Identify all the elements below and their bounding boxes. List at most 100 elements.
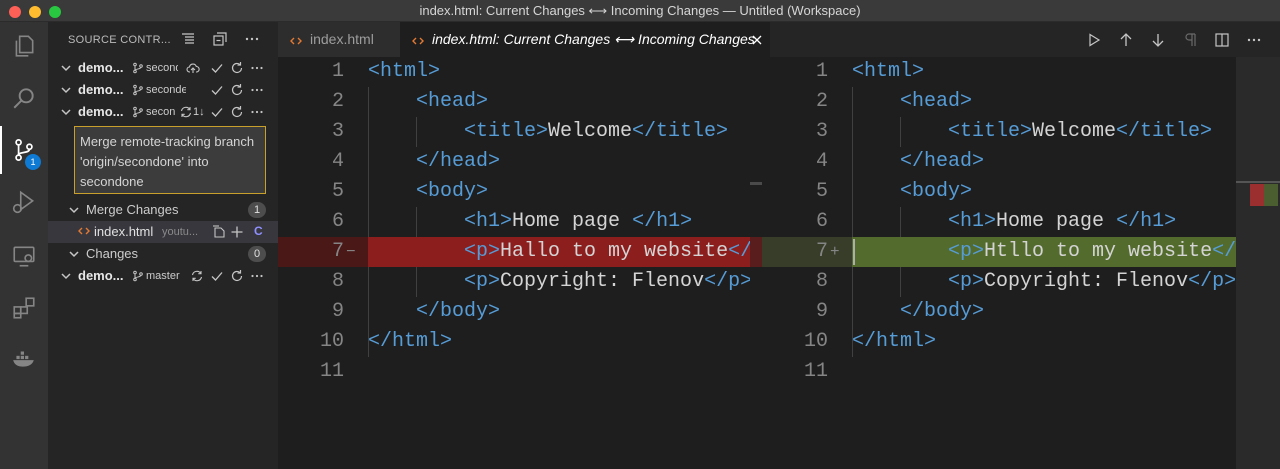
repo-name: demo... [78,82,124,97]
tab-merge-diff[interactable]: index.html: Current Changes ⟷ Incoming C… [400,22,770,57]
tab-index-html[interactable]: index.html [278,22,400,57]
commit-message-input[interactable]: Merge remote-tracking branch 'origin/sec… [74,126,266,194]
more-icon[interactable] [1246,32,1262,48]
tag-close: </title> [1116,120,1213,143]
changes-group[interactable]: Changes 0 [48,243,278,265]
chevron-down-icon[interactable] [60,270,72,282]
code-text: <title>Welcome</title> [852,117,1212,147]
sync-icon[interactable] [179,105,193,119]
refresh-icon[interactable] [230,269,244,283]
tag-close: </p> [728,240,750,263]
chevron-down-icon[interactable] [68,248,80,260]
code-line: 11 [762,357,1236,387]
incoming-changes-pane[interactable]: 1 <html> 2 <head> 3 <title>Welcome</title> 4… [762,57,1236,469]
line-number: 5 [815,180,828,203]
cloud-upload-icon[interactable] [186,61,200,75]
branch-name[interactable]: seconde [146,84,186,96]
branch-icon [132,270,144,282]
code-line: 10 </html> [278,327,750,357]
commit-check-icon[interactable] [210,269,224,283]
line-number: 11 [803,360,828,383]
more-icon[interactable] [250,105,264,119]
more-actions-icon[interactable] [244,31,260,47]
sync-icon[interactable] [190,269,204,283]
line-number: 2 [331,90,344,113]
tag-open: </body> [900,300,985,323]
tag-close: </h1> [632,210,693,233]
changes-count: 0 [248,246,266,262]
repo-row[interactable]: demo... master [48,265,278,287]
line-number: 1 [815,60,828,83]
line-number: 1 [331,60,344,83]
tag-open: <html> [852,60,925,83]
code-line: 6 <h1>Home page </h1> [278,207,750,237]
merge-changes-label: Merge Changes [86,202,179,217]
tag-open: <title> [464,120,549,143]
open-file-icon[interactable] [212,225,226,239]
search-icon[interactable] [0,74,48,122]
code-line: 3 <title>Welcome</title> [278,117,750,147]
branch-name[interactable]: seconde [146,62,178,74]
repo-row[interactable]: demo... seconde [48,57,278,79]
stage-changes-icon[interactable] [230,225,244,239]
tag-open: <p> [948,270,985,293]
text-content: Copyright: Flenov [984,270,1189,293]
tag-open: <p> [948,240,985,263]
run-debug-icon[interactable] [0,178,48,226]
close-icon[interactable] [750,33,764,47]
code-line: 4 </head> [762,147,1236,177]
overview-ruler[interactable] [1236,57,1280,469]
line-number: 7 [331,240,344,263]
deleted-marker: − [346,243,356,261]
repo-row[interactable]: demo... secon 1↓ [48,101,278,123]
arrow-down-icon[interactable] [1150,32,1166,48]
split-editor-icon[interactable] [1214,32,1230,48]
code-line: 5 <body> [762,177,1236,207]
commit-check-icon[interactable] [210,61,224,75]
commit-check-icon[interactable] [210,105,224,119]
merge-file-row[interactable]: index.html youtu... C [48,221,278,243]
chevron-down-icon[interactable] [60,106,72,118]
arrow-up-icon[interactable] [1118,32,1134,48]
more-icon[interactable] [250,61,264,75]
source-control-icon[interactable]: 1 [0,126,48,174]
extensions-icon[interactable] [0,284,48,332]
html-file-icon [412,34,424,46]
chevron-down-icon[interactable] [60,84,72,96]
line-number: 9 [815,300,828,323]
docker-icon[interactable] [0,334,48,382]
chevron-down-icon[interactable] [60,62,72,74]
code-line: 8 <p>Copyright: Flenov</p> [278,267,750,297]
code-text: <html> [852,57,924,87]
view-as-list-icon[interactable] [180,31,196,47]
remote-explorer-icon[interactable] [0,232,48,280]
code-text: <html> [368,57,440,87]
code-line: 9 </body> [278,297,750,327]
diff-splitter[interactable] [750,57,762,469]
repo-name: demo... [78,104,124,119]
refresh-icon[interactable] [230,61,244,75]
refresh-icon[interactable] [230,83,244,97]
line-number: 3 [815,120,828,143]
pilcrow-icon[interactable] [1182,32,1198,48]
more-icon[interactable] [250,269,264,283]
line-number: 2 [815,90,828,113]
commit-check-icon[interactable] [210,83,224,97]
branch-name[interactable]: secon [146,106,176,118]
explorer-icon[interactable] [0,22,48,70]
repo-row[interactable]: demo... seconde [48,79,278,101]
more-icon[interactable] [250,83,264,97]
branch-icon [132,106,144,118]
code-line: 4 </head> [278,147,750,177]
refresh-icon[interactable] [230,105,244,119]
chevron-down-icon[interactable] [68,204,80,216]
tag-open: <h1> [948,210,997,233]
branch-name[interactable]: master [146,270,186,282]
merge-changes-group[interactable]: Merge Changes 1 [48,199,278,221]
collapse-all-icon[interactable] [212,31,228,47]
text-content: Hallo to my website [500,240,729,263]
current-changes-pane[interactable]: 1 <html> 2 <head> 3 <title>Welcome</title> 4… [278,57,750,469]
tag-open: </html> [852,330,937,353]
code-text: <body> [852,177,972,207]
run-icon[interactable] [1086,32,1102,48]
